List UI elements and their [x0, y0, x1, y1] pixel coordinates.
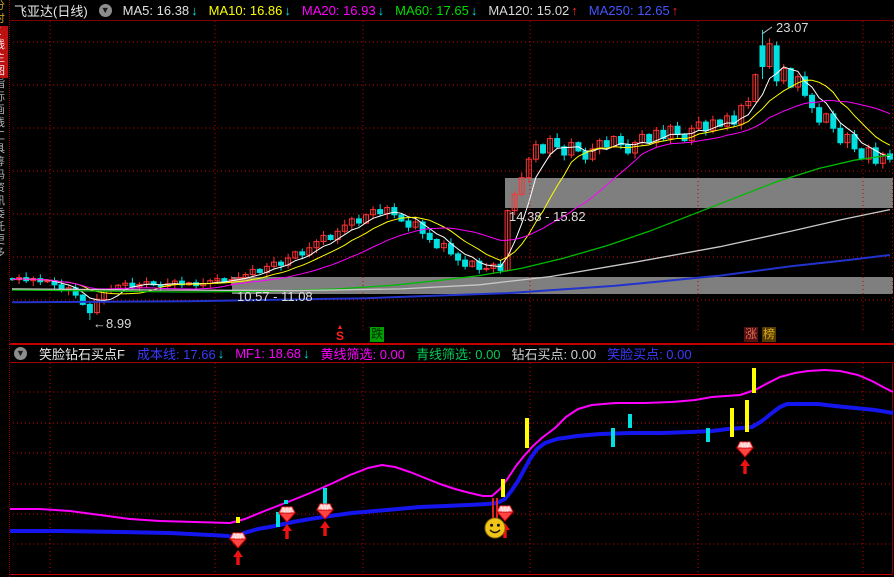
sidebar-tab[interactable]: 多 [0, 247, 8, 260]
sidebar-tab[interactable]: 具 [0, 143, 8, 156]
sidebar-tab[interactable]: 托 [0, 221, 8, 234]
sidebar-tab[interactable]: 更 [0, 234, 8, 247]
signal-bars [236, 368, 756, 527]
low-price-label: ←8.99 [93, 316, 131, 331]
ma60-value: MA60: 17.65 ↓ [395, 2, 478, 18]
sidebar-tab[interactable]: 时 [0, 13, 8, 26]
main-candlestick-chart[interactable]: 14.38 - 15.82 10.57 - 11.08 ←8.99 23.07 [0, 21, 894, 331]
diamond-buy-marker [228, 532, 248, 565]
ma5-value: MA5: 16.38 ↓ [122, 2, 198, 18]
sidebar-tab[interactable]: 线 [0, 39, 8, 52]
stock-title: 飞亚达(日线) [14, 3, 88, 19]
rise-rank-button-1[interactable]: 涨 [744, 327, 759, 342]
smiley-buy-marker [484, 517, 506, 539]
ma250-value: MA250: 12.65 ↑ [588, 2, 679, 18]
down-arrow-icon: ↓ [217, 346, 225, 361]
sidebar-tab[interactable]: 筹 [0, 156, 8, 169]
ma10-value: MA10: 16.86 ↓ [208, 2, 291, 18]
diamond-buy-marker [735, 441, 755, 474]
mf1-line [8, 369, 894, 524]
sidebar-tab[interactable]: 指 [0, 78, 8, 91]
sidebar-tab[interactable]: 线 [0, 117, 8, 130]
down-arrow-icon: ↓ [377, 2, 385, 18]
down-arrow-icon: ↓ [470, 2, 478, 18]
笑脸买点-value: 笑脸买点: 0.00 [607, 347, 692, 362]
青线筛选-value: 青线筛选: 0.00 [416, 347, 501, 362]
sidebar-tab[interactable]: 主 [0, 52, 8, 65]
mf1-value: MF1: 18.68 ↓ [235, 346, 310, 361]
stock-chart-app: 分时K线主图指标画线工具筹码资讯委托更多 飞亚达(日线) ▼ MA5: 16.3… [0, 0, 894, 577]
grid [9, 363, 893, 574]
high-price-label: 23.07 [776, 21, 809, 35]
left-sidebar[interactable]: 分时K线主图指标画线工具筹码资讯委托更多 [0, 0, 10, 577]
chevron-down-icon[interactable]: ▼ [98, 3, 112, 17]
钻石买点-value: 钻石买点: 0.00 [511, 347, 597, 362]
candles [9, 30, 893, 321]
sidebar-tab[interactable]: 分 [0, 0, 8, 13]
indicator-values-row: 成本线: 17.66 ↓ MF1: 18.68 ↓ 黄线筛选: 0.00 青线筛选: 0.… [137, 344, 692, 363]
sell-signal-marker: ▲ S [333, 324, 347, 342]
sidebar-tab[interactable]: 工 [0, 130, 8, 143]
down-arrow-icon: ↓ [284, 2, 291, 18]
down-arrow-icon: ↓ [191, 2, 198, 18]
svg-text:10.57 - 11.08: 10.57 - 11.08 [237, 289, 313, 304]
黄线筛选-value: 黄线筛选: 0.00 [320, 347, 406, 362]
ma120-value: MA120: 15.02 ↑ [488, 2, 578, 18]
diamond-buy-marker [315, 503, 335, 536]
indicator-chart[interactable] [0, 363, 894, 577]
up-arrow-icon: ↑ [571, 2, 578, 18]
rise-rank-button-2[interactable]: 榜 [762, 327, 777, 342]
indicator-name: 笑脸钻石买点F [39, 347, 125, 362]
down-arrow-icon: ↓ [302, 346, 310, 361]
sidebar-tab[interactable]: 标 [0, 91, 8, 104]
ma-values-row: MA5: 16.38 ↓ MA10: 16.86 ↓ MA20: 16.93 ↓ MA60:… [123, 3, 679, 18]
sidebar-tab[interactable]: 图 [0, 65, 8, 78]
sidebar-tab[interactable]: 讯 [0, 195, 8, 208]
sidebar-tab[interactable]: 画 [0, 104, 8, 117]
sidebar-tab[interactable]: 资 [0, 182, 8, 195]
chevron-down-icon[interactable]: ▼ [14, 347, 27, 360]
fall-button[interactable]: 跌 [370, 327, 385, 342]
sell-letter: S [335, 329, 344, 343]
sidebar-tab[interactable]: K [0, 26, 8, 39]
sidebar-tab[interactable]: 码 [0, 169, 8, 182]
up-arrow-icon: ↑ [671, 2, 679, 18]
indicator-header: ▼ 笑脸钻石买点F 成本线: 17.66 ↓ MF1: 18.68 ↓ 黄线筛选: 0.… [10, 345, 894, 362]
top-header: 飞亚达(日线) ▼ MA5: 16.38 ↓ MA10: 16.86 ↓ MA20: 1… [10, 0, 894, 21]
sidebar-tab[interactable]: 委 [0, 208, 8, 221]
svg-text:14.38 - 15.82: 14.38 - 15.82 [509, 209, 586, 224]
ma20-value: MA20: 16.93 ↓ [301, 2, 385, 18]
成本线-value: 成本线: 17.66 ↓ [136, 346, 225, 362]
